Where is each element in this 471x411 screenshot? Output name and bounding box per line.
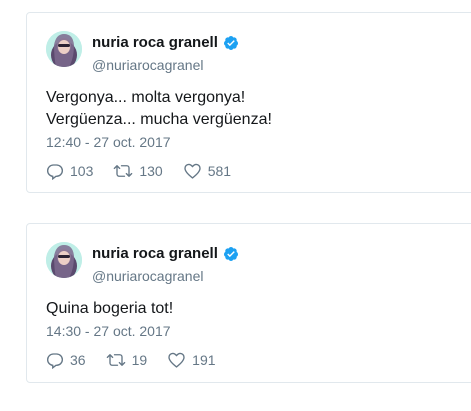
like-count: 191: [192, 352, 216, 368]
author-name[interactable]: nuria roca granell: [92, 34, 218, 52]
tweet-actions: 36 19 191: [46, 351, 236, 369]
avatar[interactable]: [46, 31, 82, 67]
reply-count: 36: [70, 352, 86, 368]
tweet-timestamp[interactable]: 14:30 - 27 oct. 2017: [46, 323, 171, 339]
tweet-text-line: Quina bogeria tot!: [46, 300, 174, 317]
retweet-button[interactable]: 130: [113, 162, 163, 180]
reply-icon: [46, 164, 64, 180]
retweet-icon: [106, 354, 125, 366]
heart-icon: [168, 352, 185, 368]
verified-badge-icon: [223, 36, 238, 50]
reply-button[interactable]: 36: [46, 351, 86, 369]
like-count: 581: [207, 163, 232, 179]
reply-button[interactable]: 103: [46, 162, 93, 180]
reply-count: 103: [70, 163, 94, 179]
verified-badge-icon: [223, 247, 238, 261]
tweet-card[interactable]: nuria roca granell @nuriarocagranel Verg…: [26, 12, 471, 193]
retweet-count: 19: [131, 352, 148, 368]
avatar-image: [46, 31, 82, 67]
author-name[interactable]: nuria roca granell: [92, 245, 218, 263]
avatar[interactable]: [46, 242, 82, 278]
author-handle[interactable]: @nuriarocagranel: [92, 57, 204, 73]
tweet-actions: 103 130 581: [46, 162, 251, 180]
tweet-text-line: Vergonya... molta vergonya!: [46, 89, 246, 106]
tweet-timestamp[interactable]: 12:40 - 27 oct. 2017: [46, 134, 171, 150]
retweet-button[interactable]: 19: [106, 351, 148, 369]
tweet-card[interactable]: nuria roca granell @nuriarocagranel Quin…: [26, 223, 471, 383]
retweet-icon: [114, 165, 133, 177]
like-button[interactable]: 581: [183, 162, 231, 180]
avatar-image: [46, 242, 82, 278]
reply-icon: [46, 353, 64, 369]
retweet-count: 130: [139, 163, 163, 179]
author-handle[interactable]: @nuriarocagranel: [92, 268, 204, 284]
like-button[interactable]: 191: [167, 351, 216, 369]
heart-icon: [184, 163, 201, 179]
tweet-text-line: Vergüenza... mucha vergüenza!: [46, 111, 272, 128]
